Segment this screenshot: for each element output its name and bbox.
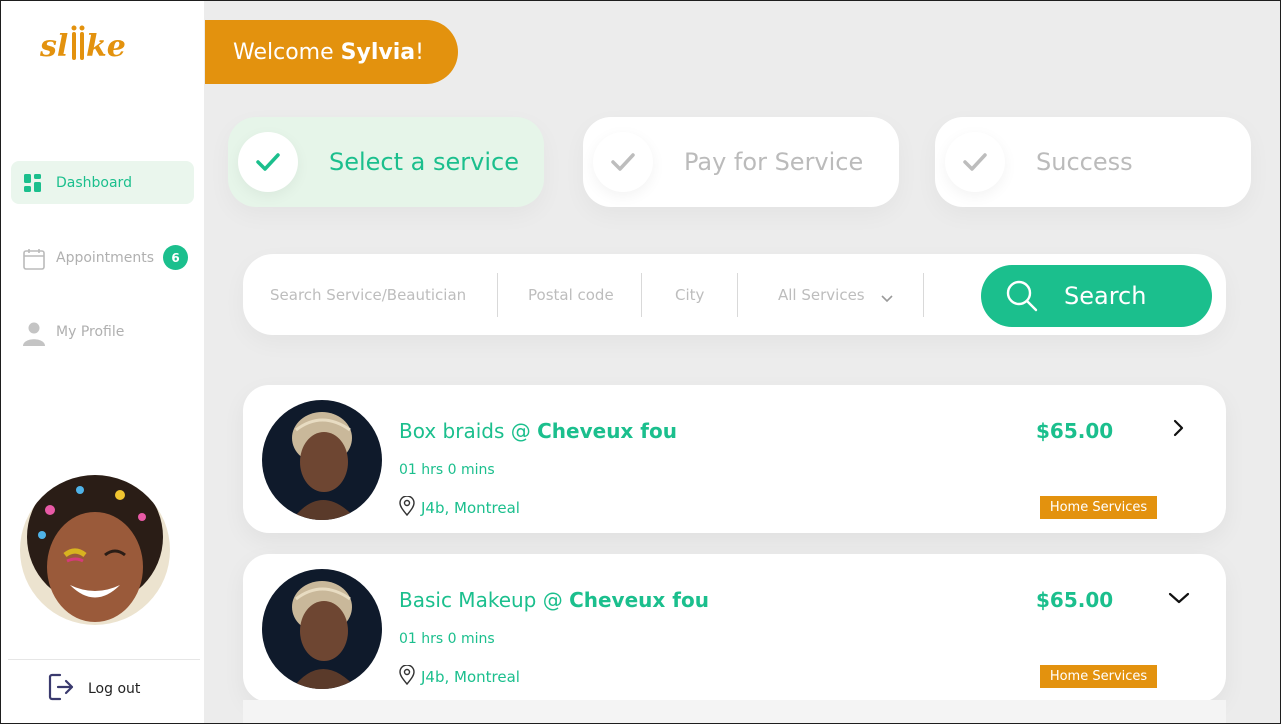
postal-code-input[interactable]: Postal code <box>528 254 614 335</box>
search-divider <box>737 273 738 317</box>
sidebar: sl ke Dashboard Appointments 6 My Profil… <box>0 0 204 724</box>
welcome-user-name: Sylvia <box>340 39 416 65</box>
postal-code-placeholder: Postal code <box>528 285 614 304</box>
search-divider <box>641 273 642 317</box>
dashboard-icon <box>23 173 43 193</box>
service-title[interactable]: Basic Makeup @ Cheveux fou <box>399 588 709 612</box>
check-icon <box>945 132 1005 192</box>
user-icon <box>23 322 45 346</box>
service-price: $65.00 <box>1036 419 1114 443</box>
service-name: Basic Makeup @ <box>399 588 570 612</box>
step-label: Select a service <box>329 148 519 176</box>
welcome-suffix: ! <box>415 39 424 65</box>
city-placeholder: City <box>675 285 705 304</box>
service-search-placeholder: Search Service/Beautician <box>270 285 467 304</box>
service-title[interactable]: Box braids @ Cheveux fou <box>399 419 677 443</box>
search-icon <box>1005 279 1039 319</box>
beautician-photo <box>262 400 382 520</box>
location-pin-icon <box>399 495 415 520</box>
service-card[interactable]: Box braids @ Cheveux fou 01 hrs 0 mins J… <box>243 385 1226 533</box>
search-divider <box>923 273 924 317</box>
location-label: J4b, Montreal <box>421 668 520 686</box>
location-pin-icon <box>399 664 415 689</box>
service-type-tag: Home Services <box>1040 496 1157 519</box>
svg-text:ke: ke <box>86 29 126 64</box>
service-name: Box braids @ <box>399 419 538 443</box>
location-label: J4b, Montreal <box>421 499 520 517</box>
step-pay-for-service[interactable]: Pay for Service <box>583 117 899 207</box>
service-price: $65.00 <box>1036 588 1114 612</box>
step-label: Success <box>1036 148 1133 176</box>
next-card-peek <box>243 700 1226 724</box>
search-divider <box>497 273 498 317</box>
chevron-down-icon[interactable] <box>1167 586 1191 610</box>
services-select-value: All Services <box>778 285 865 304</box>
user-avatar[interactable] <box>20 475 170 625</box>
svg-text:sl: sl <box>39 29 68 64</box>
service-search-input[interactable]: Search Service/Beautician <box>270 254 466 335</box>
service-card[interactable]: Basic Makeup @ Cheveux fou 01 hrs 0 mins… <box>243 554 1226 702</box>
step-label: Pay for Service <box>684 148 864 176</box>
appointments-count-badge: 6 <box>163 245 188 270</box>
service-type-tag: Home Services <box>1040 665 1157 688</box>
service-duration: 01 hrs 0 mins <box>399 631 495 647</box>
sidebar-item-label: My Profile <box>56 323 125 340</box>
sidebar-item-appointments[interactable]: Appointments 6 <box>11 236 194 279</box>
business-name: Cheveux fou <box>569 588 709 612</box>
check-icon <box>238 132 298 192</box>
business-name: Cheveux fou <box>537 419 677 443</box>
step-success[interactable]: Success <box>935 117 1251 207</box>
search-bar: Search Service/Beautician Postal code Ci… <box>243 254 1226 335</box>
calendar-icon <box>23 248 45 270</box>
services-select[interactable]: All Services <box>778 254 893 335</box>
sidebar-divider <box>8 659 200 660</box>
city-input[interactable]: City <box>675 254 704 335</box>
service-location: J4b, Montreal <box>399 495 520 520</box>
sidebar-item-label: Appointments <box>56 249 155 266</box>
sidebar-item-dashboard[interactable]: Dashboard <box>11 161 194 204</box>
sidebar-item-label: Dashboard <box>56 174 132 191</box>
check-icon <box>593 132 653 192</box>
chevron-down-icon <box>881 289 893 307</box>
step-select-service[interactable]: Select a service <box>228 117 544 207</box>
search-button-label: Search <box>1064 282 1147 310</box>
sidebar-item-my-profile[interactable]: My Profile <box>11 310 194 353</box>
sliike-logo[interactable]: sl ke <box>38 20 128 70</box>
service-duration: 01 hrs 0 mins <box>399 462 495 478</box>
logout-label: Log out <box>88 681 141 697</box>
logout-icon <box>48 673 74 705</box>
logout-button[interactable]: Log out <box>48 673 141 705</box>
service-location: J4b, Montreal <box>399 664 520 689</box>
chevron-right-icon[interactable] <box>1167 417 1191 441</box>
welcome-banner: Welcome Sylvia! <box>205 20 458 84</box>
beautician-photo <box>262 569 382 689</box>
welcome-prefix: Welcome <box>233 39 341 65</box>
search-button[interactable]: Search <box>981 265 1212 327</box>
